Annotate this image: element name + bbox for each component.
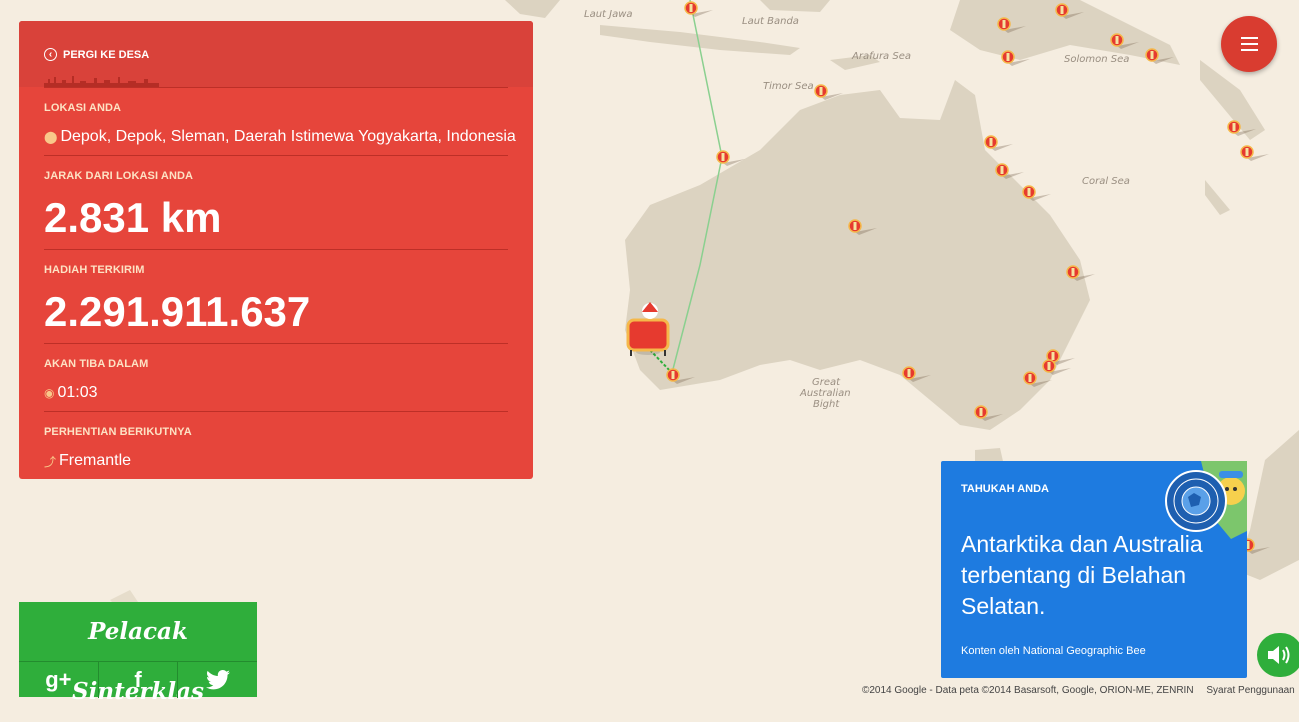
map-label-bight-1: Great xyxy=(812,377,841,388)
speaker-icon xyxy=(1268,646,1290,664)
village-skyline-icon xyxy=(44,76,159,87)
location-section: LOKASI ANDA ⬤ Depok, Depok, Sleman, Daer… xyxy=(44,87,516,156)
fact-text: Antarktika dan Australia terbentang di B… xyxy=(961,531,1203,619)
share-row: g+ f xyxy=(19,661,257,698)
fact-credit: Konten oleh National Geographic Bee xyxy=(961,645,1146,657)
twitter-share-button[interactable] xyxy=(178,662,257,698)
next-stop-row: ⤴ Fremantle xyxy=(44,452,131,470)
did-you-know-card: TAHUKAH ANDA Antarktika dan Australia te… xyxy=(941,461,1247,678)
hamburger-line xyxy=(1240,43,1258,45)
hamburger-icon xyxy=(1240,37,1258,39)
map-label-coral-sea: Coral Sea xyxy=(1082,176,1130,187)
attribution-text: ©2014 Google - Data peta ©2014 Basarsoft… xyxy=(862,685,1194,696)
gifts-label: HADIAH TERKIRIM xyxy=(44,264,145,276)
map-label-arafura-sea: Arafura Sea xyxy=(851,51,911,62)
next-stop-value: Fremantle xyxy=(59,452,132,469)
location-value: Depok, Depok, Sleman, Daerah Istimewa Yo… xyxy=(60,128,516,145)
go-to-village-link[interactable]: ‹ PERGI KE DESA xyxy=(44,48,149,61)
distance-label: JARAK DARI LOKASI ANDA xyxy=(44,170,194,182)
facebook-share-button[interactable]: f xyxy=(99,662,179,698)
google-plus-share-button[interactable]: g+ xyxy=(19,662,99,698)
gifts-section: HADIAH TERKIRIM 2.291.911.637 xyxy=(44,249,508,344)
back-arrow-icon: ‹ xyxy=(44,48,57,61)
menu-button[interactable] xyxy=(1221,16,1277,72)
santa-tracker-title[interactable]: Pelacak Sinterklas xyxy=(19,602,257,705)
map-attribution: ©2014 Google - Data peta ©2014 Basarsoft… xyxy=(862,685,1295,696)
next-stop-section: PERHENTIAN BERIKUTNYA ⤴ Fremantle xyxy=(44,411,508,480)
arrival-label: AKAN TIBA DALAM xyxy=(44,358,149,370)
santa-tracker-panel: Pelacak Sinterklas g+ f xyxy=(19,602,257,705)
panel-header: ‹ PERGI KE DESA xyxy=(19,21,533,87)
twitter-icon xyxy=(205,670,230,690)
map-label-bight-2: Australian xyxy=(799,388,851,399)
map-label-java-sea: Laut Jawa xyxy=(584,9,633,20)
next-stop-icon: ⤴ xyxy=(44,454,57,469)
arrival-section: AKAN TIBA DALAM ◉ 01:03 xyxy=(44,343,508,412)
hamburger-line xyxy=(1240,49,1258,51)
distance-section: JARAK DARI LOKASI ANDA 2.831 km xyxy=(44,155,508,250)
sound-toggle-button[interactable] xyxy=(1257,633,1299,677)
map-label-timor-sea: Timor Sea xyxy=(763,81,814,92)
distance-value: 2.831 km xyxy=(44,194,222,241)
location-row: ⬤ Depok, Depok, Sleman, Daerah Istimewa … xyxy=(44,128,516,146)
fact-heading: TAHUKAH ANDA xyxy=(961,483,1049,495)
location-label: LOKASI ANDA xyxy=(44,102,122,114)
gifts-value: 2.291.911.637 xyxy=(44,288,311,335)
terms-of-use-link[interactable]: Syarat Penggunaan xyxy=(1206,685,1294,696)
timer-icon: ◉ xyxy=(44,386,55,400)
location-pin-icon: ⬤ xyxy=(44,130,58,144)
facebook-icon: f xyxy=(134,667,142,692)
map-label-banda-sea: Laut Banda xyxy=(742,16,799,27)
arrival-value: 01:03 xyxy=(57,384,98,401)
next-stop-label: PERHENTIAN BERIKUTNYA xyxy=(44,426,192,438)
arrival-row: ◉ 01:03 xyxy=(44,384,98,402)
map-label-bight-3: Bight xyxy=(813,399,840,410)
map-label-solomon-sea: Solomon Sea xyxy=(1064,54,1129,65)
go-to-village-label: PERGI KE DESA xyxy=(63,48,150,61)
info-panel: ‹ PERGI KE DESA LOKASI ANDA ⬤ Depok, Dep… xyxy=(19,21,533,479)
google-plus-icon: g+ xyxy=(45,667,72,692)
